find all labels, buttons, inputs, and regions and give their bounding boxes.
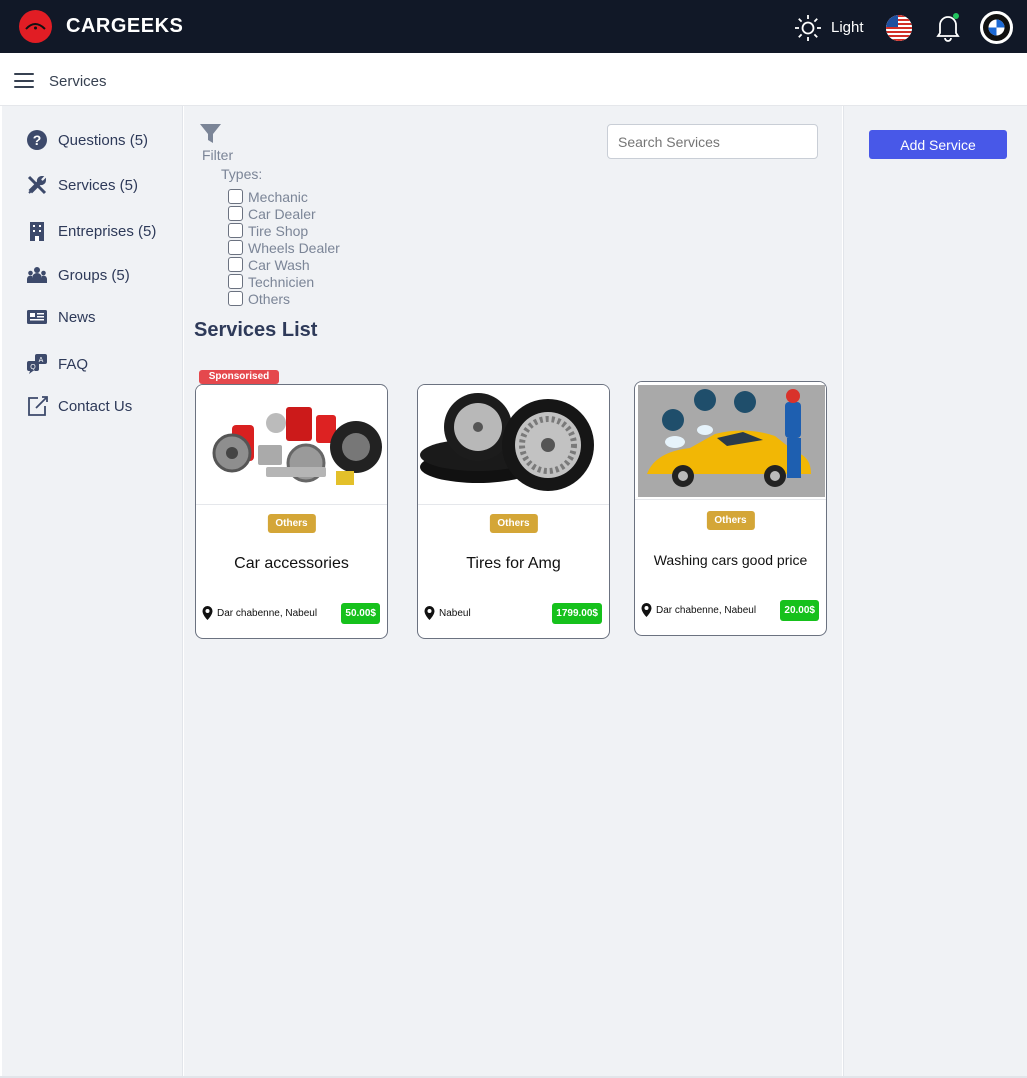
type-option-wheels-dealer[interactable]: Wheels Dealer <box>228 239 340 256</box>
question-circle-icon: ? <box>27 130 47 150</box>
type-option-label: Car Wash <box>248 256 310 273</box>
sidebar-item-entreprises[interactable]: Entreprises (5) <box>26 219 156 243</box>
types-label: Types: <box>221 166 263 182</box>
service-title[interactable]: Tires for Amg <box>418 555 609 573</box>
checkbox[interactable] <box>228 291 243 306</box>
type-option-technicien[interactable]: Technicien <box>228 273 314 290</box>
breadcrumb: Services <box>49 73 107 90</box>
sidebar-item-faq[interactable]: AQ FAQ <box>26 352 88 376</box>
category-badge: Others <box>489 514 538 533</box>
service-card[interactable]: Others Washing cars good price Dar chabe… <box>634 381 827 636</box>
service-image <box>196 385 387 505</box>
us-flag-icon[interactable] <box>886 15 912 41</box>
sun-icon[interactable] <box>793 13 823 43</box>
location-pin-icon <box>202 606 213 620</box>
edit-icon <box>28 396 48 416</box>
top-bar: CARGEEKS Light <box>0 0 1027 53</box>
faq-icon: AQ <box>27 354 47 374</box>
sidebar-item-label: Contact Us <box>58 397 133 415</box>
main-content: Filter Types: Mechanic Car Dealer Tire S… <box>184 106 842 1076</box>
type-option-label: Mechanic <box>248 188 308 205</box>
type-option-label: Tire Shop <box>248 222 309 239</box>
type-option-label: Technicien <box>248 273 315 290</box>
checkbox[interactable] <box>228 240 243 255</box>
checkbox[interactable] <box>228 206 243 221</box>
price-badge: 50.00$ <box>341 603 380 624</box>
search-input[interactable] <box>607 124 818 159</box>
sidebar-item-news[interactable]: News <box>26 305 96 329</box>
filter-label: Filter <box>202 147 234 163</box>
service-title[interactable]: Washing cars good price <box>635 552 826 568</box>
service-image <box>418 385 609 505</box>
group-icon <box>27 267 47 283</box>
sidebar-item-label: Questions (5) <box>58 131 149 149</box>
service-card[interactable]: Others Tires for Amg Nabeul 1799.00$ <box>417 384 610 639</box>
building-icon <box>30 222 44 241</box>
notification-dot <box>953 13 959 19</box>
location-text: Dar chabenne, Nabeul <box>656 604 757 616</box>
service-image <box>635 382 826 500</box>
sponsored-badge: Sponsorised <box>199 370 279 384</box>
sidebar-item-groups[interactable]: Groups (5) <box>26 263 130 287</box>
checkbox[interactable] <box>228 223 243 238</box>
location-text: Dar chabenne, Nabeul <box>217 607 318 619</box>
checkbox[interactable] <box>228 274 243 289</box>
type-option-label: Wheels Dealer <box>248 239 340 256</box>
checkbox[interactable] <box>228 257 243 272</box>
service-title[interactable]: Car accessories <box>196 555 387 573</box>
services-list-title: Services List <box>194 319 318 341</box>
add-service-button[interactable]: Add Service <box>869 130 1007 159</box>
sidebar: ? Questions (5) Services (5) Entreprises… <box>2 106 183 1076</box>
tools-icon <box>27 175 47 195</box>
avatar[interactable] <box>980 11 1013 44</box>
price-badge: 20.00$ <box>780 600 819 621</box>
sidebar-item-label: FAQ <box>58 355 89 373</box>
type-option-label: Car Dealer <box>248 205 316 222</box>
svg-text:Q: Q <box>30 364 36 371</box>
type-option-tire-shop[interactable]: Tire Shop <box>228 222 308 239</box>
service-location: Nabeul <box>424 606 471 620</box>
cargeeks-logo[interactable] <box>19 10 52 43</box>
right-panel: Add Service <box>843 106 1027 1076</box>
newspaper-icon <box>27 310 47 324</box>
menu-icon[interactable] <box>14 73 34 88</box>
category-badge: Others <box>267 514 316 533</box>
location-text: Nabeul <box>439 607 471 619</box>
sidebar-item-label: News <box>58 308 96 326</box>
breadcrumb-bar: Services <box>0 53 1027 106</box>
service-card[interactable]: Others Car accessories Dar chabenne, Nab… <box>195 384 388 639</box>
checkbox[interactable] <box>228 189 243 204</box>
sidebar-item-services[interactable]: Services (5) <box>26 173 138 197</box>
filter-icon[interactable] <box>200 123 221 145</box>
location-pin-icon <box>641 603 652 617</box>
type-option-others[interactable]: Others <box>228 290 290 307</box>
category-badge: Others <box>706 511 755 530</box>
type-option-car-wash[interactable]: Car Wash <box>228 256 310 273</box>
sidebar-item-label: Entreprises (5) <box>58 222 157 240</box>
brand-name: CARGEEKS <box>66 15 184 37</box>
theme-toggle-label[interactable]: Light <box>831 19 864 36</box>
location-pin-icon <box>424 606 435 620</box>
sidebar-item-contact[interactable]: Contact Us <box>26 394 132 418</box>
service-location: Dar chabenne, Nabeul <box>202 606 317 620</box>
sidebar-item-label: Services (5) <box>58 176 139 194</box>
price-badge: 1799.00$ <box>552 603 602 624</box>
sidebar-item-questions[interactable]: ? Questions (5) <box>26 128 148 152</box>
svg-text:?: ? <box>33 132 42 148</box>
type-option-car-dealer[interactable]: Car Dealer <box>228 205 316 222</box>
service-location: Dar chabenne, Nabeul <box>641 603 756 617</box>
type-option-label: Others <box>248 290 291 307</box>
svg-text:A: A <box>39 357 44 364</box>
type-option-mechanic[interactable]: Mechanic <box>228 188 308 205</box>
sidebar-item-label: Groups (5) <box>58 266 130 284</box>
